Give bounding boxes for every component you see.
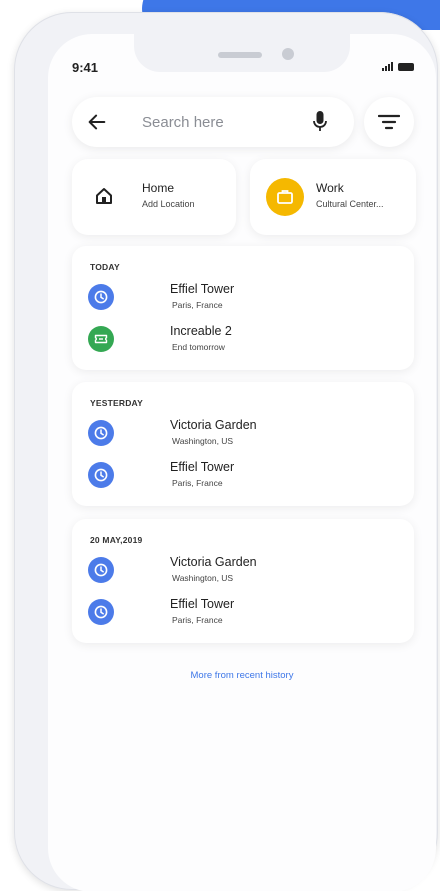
home-subtitle: Add Location: [142, 199, 195, 209]
history-card-date: 20 MAY,2019 Victoria Garden Washington, …: [72, 519, 414, 643]
history-card-yesterday: YESTERDAY Victoria Garden Washington, US: [72, 382, 414, 506]
history-heading: 20 MAY,2019: [90, 535, 143, 545]
work-title: Work: [316, 181, 344, 195]
history-item-subtitle: Washington, US: [172, 436, 234, 446]
back-arrow-icon[interactable]: [86, 111, 108, 133]
history-item-subtitle: End tomorrow: [172, 342, 225, 352]
clock-icon: [94, 468, 108, 482]
home-shortcut[interactable]: Home Add Location: [72, 159, 236, 235]
work-shortcut[interactable]: Work Cultural Center...: [250, 159, 416, 235]
history-icon-circle: [88, 599, 114, 625]
home-icon: [96, 188, 112, 204]
phone-frame: 9:41 Search here Home Add Location Work …: [14, 12, 438, 891]
history-heading: TODAY: [90, 262, 120, 272]
history-item[interactable]: Victoria Garden Washington, US: [72, 551, 414, 587]
ticket-icon: [94, 334, 108, 344]
speaker-grille: [218, 52, 262, 58]
filter-button[interactable]: [364, 97, 414, 147]
history-card-today: TODAY Effiel Tower Paris, France Increab…: [72, 246, 414, 370]
briefcase-icon: [277, 190, 293, 204]
microphone-icon[interactable]: [312, 110, 328, 134]
history-item-subtitle: Paris, France: [172, 615, 223, 625]
work-icon-circle: [266, 178, 304, 216]
home-title: Home: [142, 181, 175, 195]
history-item-title: Increable 2: [170, 324, 232, 338]
history-icon-circle: [88, 557, 114, 583]
filter-icon: [378, 114, 400, 130]
history-item[interactable]: Victoria Garden Washington, US: [72, 414, 414, 450]
history-item[interactable]: Increable 2 End tomorrow: [72, 320, 414, 356]
status-icons: [382, 62, 414, 71]
clock-icon: [94, 605, 108, 619]
status-time: 9:41: [72, 60, 99, 75]
history-item-subtitle: Paris, France: [172, 300, 223, 310]
history-item-title: Effiel Tower: [170, 460, 235, 474]
history-item[interactable]: Effiel Tower Paris, France: [72, 593, 414, 629]
history-item-title: Effiel Tower: [170, 597, 235, 611]
search-bar: [72, 97, 354, 147]
phone-notch: [134, 34, 350, 72]
history-icon-circle: [88, 420, 114, 446]
signal-icon: [382, 62, 393, 71]
history-icon-circle: [88, 462, 114, 488]
clock-icon: [94, 290, 108, 304]
history-item-subtitle: Washington, US: [172, 573, 234, 583]
clock-icon: [94, 426, 108, 440]
history-heading: YESTERDAY: [90, 398, 143, 408]
history-item[interactable]: Effiel Tower Paris, France: [72, 278, 414, 314]
history-item-subtitle: Paris, France: [172, 478, 223, 488]
history-icon-circle: [88, 284, 114, 310]
history-item-title: Victoria Garden: [170, 555, 257, 569]
clock-icon: [94, 563, 108, 577]
history-icon-circle: [88, 326, 114, 352]
phone-screen: 9:41 Search here Home Add Location Work …: [48, 34, 436, 891]
history-item-title: Effiel Tower: [170, 282, 235, 296]
front-camera: [282, 48, 294, 60]
search-input[interactable]: [142, 111, 302, 133]
history-item-title: Victoria Garden: [170, 418, 257, 432]
work-subtitle: Cultural Center...: [316, 199, 384, 209]
more-history-link[interactable]: More from recent history: [48, 670, 436, 681]
battery-icon: [398, 63, 414, 71]
history-item[interactable]: Effiel Tower Paris, France: [72, 456, 414, 492]
